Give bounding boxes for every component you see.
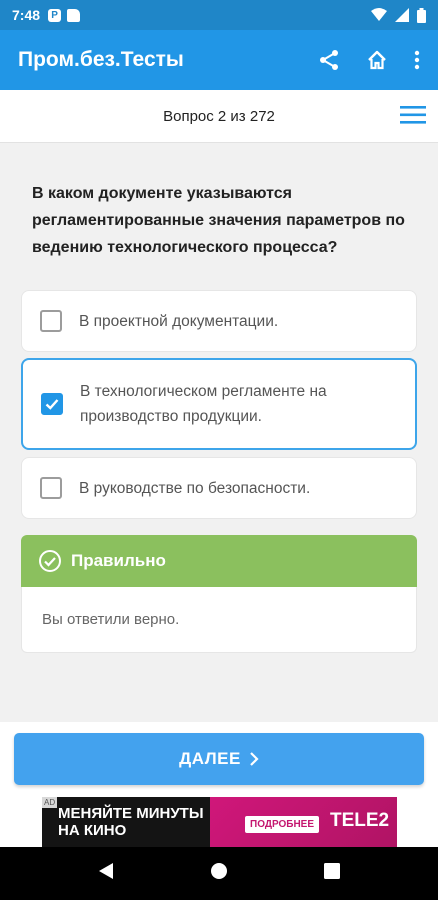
- answer-option-2[interactable]: В технологическом регламенте на производ…: [21, 358, 417, 450]
- checkbox-checked-icon[interactable]: [41, 393, 63, 415]
- answer-label: В руководстве по безопасности.: [79, 479, 311, 497]
- home-icon[interactable]: [366, 49, 388, 71]
- sd-card-icon: [67, 8, 81, 22]
- answer-label: В проектной документации.: [79, 312, 279, 330]
- check-circle-icon: [39, 550, 61, 572]
- result-title: Правильно: [71, 551, 166, 570]
- ad-tag: AD: [42, 797, 58, 808]
- wifi-icon: [371, 8, 387, 21]
- result-header: Правильно: [21, 535, 417, 587]
- ad-text: МЕНЯЙТЕ МИНУТЫ НА КИНО: [58, 805, 204, 839]
- answer-label: В технологическом регламенте на производ…: [80, 383, 327, 425]
- ad-more-button[interactable]: ПОДРОБНЕЕ: [245, 816, 320, 833]
- next-button-label: ДАЛЕЕ: [179, 749, 241, 768]
- question-counter: Вопрос 2 из 272: [163, 107, 275, 125]
- hamburger-menu-icon[interactable]: [400, 104, 426, 131]
- battery-icon: [417, 7, 426, 23]
- more-options-icon[interactable]: [414, 50, 420, 70]
- answer-option-1[interactable]: В проектной документации.: [21, 290, 417, 352]
- ad-banner[interactable]: AD МЕНЯЙТЕ МИНУТЫ НА КИНО ПОДРОБНЕЕ TELE…: [42, 797, 397, 847]
- answer-option-3[interactable]: В руководстве по безопасности.: [21, 457, 417, 519]
- checkbox-icon[interactable]: [40, 310, 62, 332]
- share-icon[interactable]: [318, 49, 340, 71]
- app-bar: Пром.без.Тесты: [0, 30, 438, 90]
- question-text: В каком документе указываются регламенти…: [32, 185, 405, 256]
- question-header: Вопрос 2 из 272: [0, 90, 438, 143]
- result-message: Вы ответили верно.: [21, 587, 417, 653]
- system-navigation-bar: [0, 847, 438, 900]
- status-bar: 7:48 P: [0, 0, 438, 30]
- home-circle-icon[interactable]: [210, 862, 228, 885]
- back-icon[interactable]: [98, 862, 114, 885]
- ad-brand-logo: TELE2: [330, 810, 390, 831]
- signal-icon: [395, 8, 409, 22]
- next-button[interactable]: ДАЛЕЕ: [14, 733, 424, 785]
- app-title: Пром.без.Тесты: [18, 48, 184, 71]
- chevron-right-icon: [250, 752, 259, 766]
- checkbox-icon[interactable]: [40, 477, 62, 499]
- notification-app-icon: P: [48, 8, 62, 22]
- status-time: 7:48: [12, 7, 41, 23]
- recents-icon[interactable]: [324, 863, 340, 884]
